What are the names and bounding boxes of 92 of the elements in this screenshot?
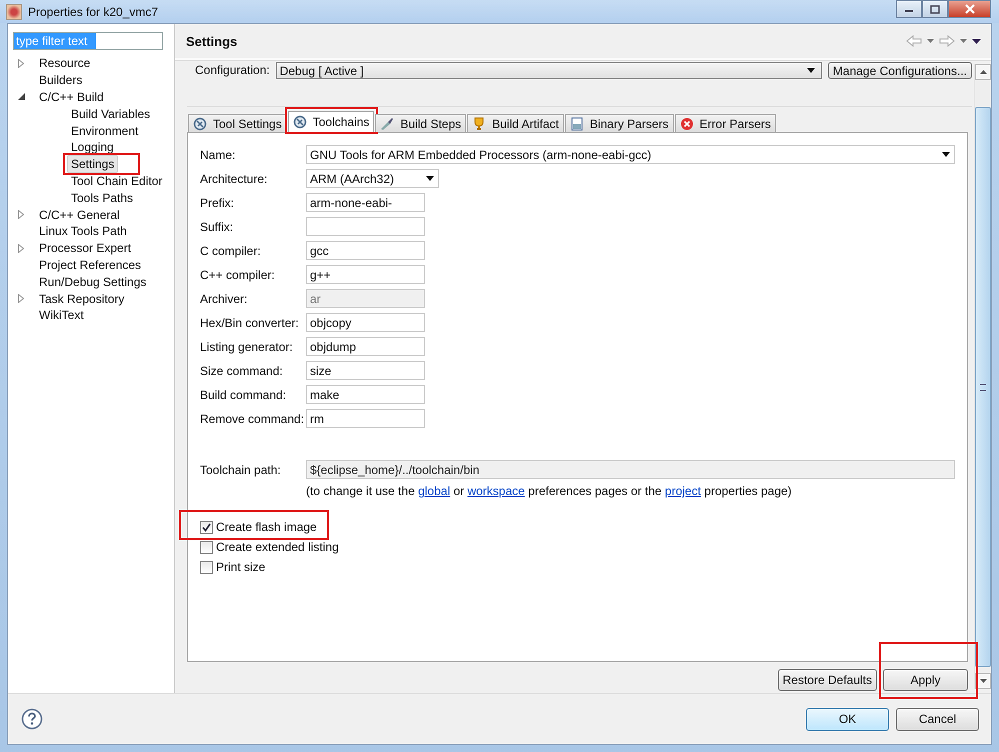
- dropdown-arrow-icon: [942, 152, 950, 157]
- dropdown-arrow-icon: [426, 176, 434, 181]
- text-field[interactable]: gcc: [306, 241, 425, 260]
- tab[interactable]: Toolchains: [288, 111, 374, 132]
- link[interactable]: project: [664, 484, 701, 498]
- apply-button[interactable]: Apply: [883, 669, 968, 691]
- cancel-button[interactable]: Cancel: [896, 708, 979, 730]
- restore-defaults-button[interactable]: Restore Defaults: [778, 669, 877, 691]
- close-button[interactable]: [948, 0, 991, 18]
- field-label: Build command:: [200, 388, 288, 402]
- page-title: Settings: [186, 34, 238, 48]
- window-title: Properties for k20_vmc7: [28, 4, 160, 18]
- field-label: Suffix:: [200, 220, 234, 234]
- toolchain-path-field[interactable]: ${eclipse_home}/../toolchain/bin: [306, 460, 955, 479]
- tab[interactable]: Error Parsers: [674, 114, 776, 132]
- link[interactable]: global: [418, 484, 450, 498]
- checkbox-label: Create extended listing: [216, 540, 339, 554]
- error-icon: [680, 116, 694, 130]
- dropdown[interactable]: GNU Tools for ARM Embedded Processors (arm-none-eabi-gcc): [306, 145, 955, 164]
- tree-item[interactable]: Builders: [35, 71, 86, 90]
- collapsed-arrow-icon[interactable]: [18, 244, 25, 253]
- tab[interactable]: Binary Parsers: [564, 114, 674, 132]
- help-icon[interactable]: [21, 708, 43, 730]
- tree-item[interactable]: WikiText: [35, 306, 88, 324]
- text-field[interactable]: objdump: [306, 337, 425, 356]
- tree-item[interactable]: Processor Expert: [35, 239, 136, 258]
- tree-item[interactable]: Logging: [67, 138, 118, 156]
- forward-arrow-icon[interactable]: [939, 35, 955, 47]
- tree-item[interactable]: Build Variables: [67, 104, 154, 123]
- configuration-dropdown[interactable]: Debug [ Active ]: [276, 62, 822, 79]
- text-field[interactable]: g++: [306, 265, 425, 284]
- text-field[interactable]: objcopy: [306, 313, 425, 332]
- text-field[interactable]: rm: [306, 409, 425, 428]
- trophy-icon: [472, 116, 486, 130]
- tree-item[interactable]: Tool Chain Editor: [67, 172, 166, 190]
- field-label: Name:: [200, 148, 236, 162]
- app-icon: [6, 4, 22, 20]
- scroll-down-arrow-icon[interactable]: [980, 679, 986, 683]
- field-label: Archiver:: [200, 292, 248, 306]
- field-label: C compiler:: [200, 244, 262, 258]
- dropdown-icon[interactable]: [960, 39, 967, 43]
- tree-item[interactable]: Linux Tools Path: [35, 222, 131, 240]
- checkbox[interactable]: [200, 560, 213, 574]
- checkbox[interactable]: [200, 540, 213, 554]
- view-menu-icon[interactable]: [972, 38, 981, 44]
- hint-text: (to change it use the global or workspace preferences pages or the project properties page): [306, 484, 793, 498]
- checkbox[interactable]: [200, 520, 213, 534]
- tree-item[interactable]: C/C++ Build: [35, 88, 108, 106]
- configuration-label: Configuration:: [195, 63, 270, 77]
- checkbox-label: Print size: [216, 560, 266, 574]
- dropdown-icon[interactable]: [927, 39, 934, 43]
- text-field[interactable]: arm-none-eabi-: [306, 193, 425, 212]
- collapsed-arrow-icon[interactable]: [18, 210, 25, 220]
- tree-item[interactable]: Environment: [67, 122, 142, 140]
- collapsed-arrow-icon[interactable]: [18, 294, 25, 304]
- tree-item[interactable]: C/C++ General: [35, 206, 124, 224]
- field-label: Remove command:: [200, 412, 306, 426]
- tree-item[interactable]: Run/Debug Settings: [35, 272, 150, 291]
- field-label: Listing generator:: [200, 340, 294, 354]
- tab[interactable]: Build Artifact: [467, 114, 564, 132]
- tree-item[interactable]: Resource: [35, 54, 94, 72]
- maximize-button[interactable]: [922, 0, 948, 18]
- ok-button[interactable]: OK: [806, 708, 889, 730]
- field-label: Size command:: [200, 364, 284, 378]
- dropdown-arrow-icon: [806, 68, 815, 73]
- field-label: Architecture:: [200, 172, 268, 186]
- field-label: Prefix:: [200, 196, 236, 210]
- tree-item[interactable]: Task Repository: [35, 290, 128, 308]
- minimize-button[interactable]: [896, 0, 922, 18]
- tree-item[interactable]: Settings: [67, 155, 118, 174]
- close-icon: [964, 4, 976, 14]
- field-label: Toolchain path:: [200, 462, 282, 476]
- text-field[interactable]: size: [306, 361, 425, 380]
- expanded-arrow-icon[interactable]: [18, 92, 25, 102]
- collapsed-arrow-icon[interactable]: [18, 58, 25, 68]
- brush-icon: [380, 116, 394, 130]
- text-field[interactable]: make: [306, 385, 425, 404]
- back-arrow-icon[interactable]: [906, 35, 922, 47]
- tree-item[interactable]: Tools Paths: [67, 188, 138, 207]
- dropdown[interactable]: ARM (AArch32): [306, 169, 439, 188]
- field-label: Hex/Bin converter:: [200, 316, 300, 330]
- link[interactable]: workspace: [467, 484, 525, 498]
- tab[interactable]: Tool Settings: [188, 114, 287, 132]
- text-field[interactable]: [306, 217, 425, 236]
- field-label: C++ compiler:: [200, 268, 276, 282]
- checkbox-label: Create flash image: [216, 520, 317, 534]
- tab[interactable]: Build Steps: [375, 114, 466, 132]
- maximize-icon: [930, 4, 940, 14]
- tree-item[interactable]: Project References: [35, 256, 146, 274]
- scrollbar[interactable]: [974, 64, 991, 689]
- scroll-up-arrow-icon[interactable]: [980, 70, 986, 74]
- manage-configurations-button[interactable]: Manage Configurations...: [828, 62, 972, 79]
